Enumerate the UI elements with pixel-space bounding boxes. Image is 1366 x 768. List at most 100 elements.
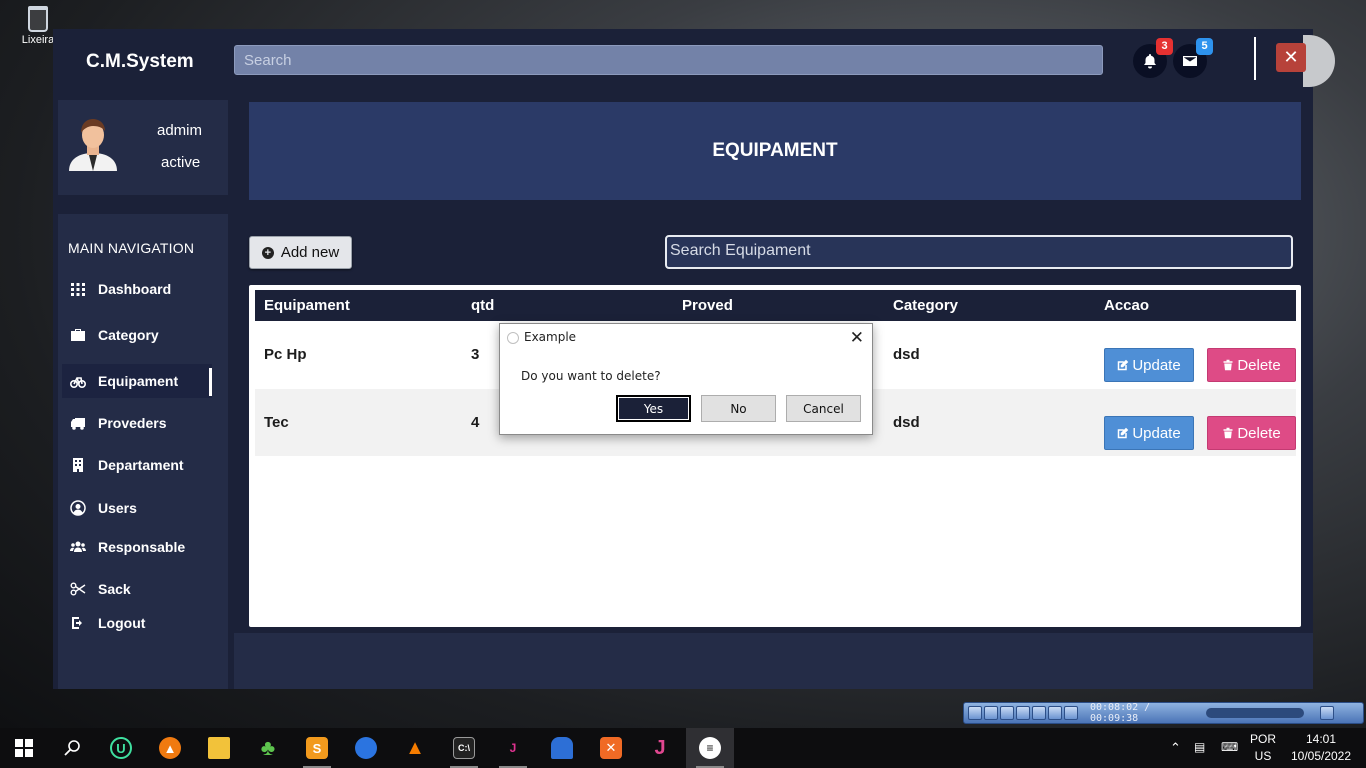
taskbar-app-java[interactable]: J <box>489 728 537 768</box>
recycle-bin-label: Lixeira <box>21 34 55 46</box>
delete-button[interactable]: Delete <box>1207 416 1296 450</box>
firefox-icon <box>355 737 377 759</box>
nav-item-category[interactable]: Category <box>62 318 212 352</box>
rewind-icon[interactable] <box>1016 706 1030 720</box>
taskbar-search-button[interactable] <box>48 728 96 768</box>
media-player-toolbar: 00:08:02 / 00:09:38 <box>963 702 1364 724</box>
cancel-button[interactable]: Cancel <box>786 395 861 422</box>
nav-item-equipament[interactable]: Equipament <box>62 364 212 398</box>
media-seek-bar[interactable] <box>1206 708 1304 718</box>
nav-item-users[interactable]: Users <box>62 491 212 525</box>
taskbar-app-firefox[interactable] <box>342 728 390 768</box>
j-logo-icon: J <box>654 736 666 759</box>
global-search-input[interactable]: Search <box>234 45 1103 75</box>
footer-bar <box>234 633 1313 689</box>
stop-icon[interactable] <box>1000 706 1014 720</box>
start-button[interactable] <box>0 728 48 768</box>
column-header-proved: Proved <box>682 297 733 314</box>
nav-item-dashboard[interactable]: Dashboard <box>62 272 212 306</box>
cell-qtd: 4 <box>471 414 480 431</box>
dialog-close-icon[interactable]: ✕ <box>850 328 864 348</box>
user-name: admim <box>157 122 203 139</box>
profile-picture-partial <box>1303 35 1335 87</box>
equalizer-icon[interactable] <box>1064 706 1078 720</box>
terminal-icon: C:\ <box>453 737 475 759</box>
nav-label: Responsable <box>98 539 186 555</box>
nav-item-logout[interactable]: Logout <box>62 606 212 640</box>
folder-icon <box>208 737 230 759</box>
add-new-button[interactable]: + Add new <box>249 236 352 269</box>
plus-circle-icon: + <box>261 246 274 259</box>
nav-label: Category <box>98 327 159 343</box>
chevron-up-icon[interactable]: ⌃ <box>1170 740 1181 756</box>
nav-label: Proveders <box>98 415 167 431</box>
close-app-button[interactable]: ✕ <box>1276 43 1306 72</box>
search-equipament-input[interactable]: Search Equipament <box>665 235 1293 269</box>
nav-item-sack[interactable]: Sack <box>62 572 212 606</box>
envelope-icon <box>1183 56 1197 66</box>
cell-category: dsd <box>893 346 920 363</box>
taskbar-app-jetbrains[interactable]: J <box>636 728 684 768</box>
scissors-icon <box>70 582 86 596</box>
play-icon[interactable] <box>968 706 982 720</box>
taskbar: U ▲ ♣ S ▲ C:\ J ✕ J ≡ ⌃ ▤ ⌨ POR US 14:01… <box>0 728 1366 768</box>
taskbar-app-xampp[interactable]: ✕ <box>587 728 635 768</box>
taskbar-app-terminal[interactable]: C:\ <box>440 728 488 768</box>
dialog-title: Example <box>524 330 577 344</box>
nav-item-proveders[interactable]: Proveders <box>62 406 212 440</box>
sublime-icon: S <box>306 737 328 759</box>
input-layout[interactable]: US <box>1248 749 1278 763</box>
nav-label: Logout <box>98 615 146 631</box>
nav-label: Dashboard <box>98 281 172 297</box>
yes-button[interactable]: Yes <box>616 395 691 422</box>
media-time: 00:08:02 / 00:09:38 <box>1090 702 1151 724</box>
taskbar-app-scanner[interactable] <box>538 728 586 768</box>
repeat-icon[interactable] <box>1048 706 1062 720</box>
column-header-category: Category <box>893 297 959 314</box>
bell-icon <box>1144 54 1156 69</box>
taskbar-app-vlc[interactable]: ▲ <box>391 728 439 768</box>
users-icon <box>70 541 86 552</box>
taskbar-app-avast[interactable]: ▲ <box>146 728 194 768</box>
input-language[interactable]: POR <box>1248 732 1278 746</box>
nav-label: Equipament <box>98 373 179 389</box>
app-icon <box>507 332 519 344</box>
update-button[interactable]: Update <box>1104 348 1194 382</box>
dialog-message: Do you want to delete? <box>521 369 661 383</box>
forward-icon[interactable] <box>1032 706 1046 720</box>
app-logo-icon: ≡ <box>699 737 721 759</box>
messages-button[interactable]: 5 <box>1173 38 1213 78</box>
taskbar-app-clover[interactable]: ♣ <box>244 728 292 768</box>
taskbar-app-sublime[interactable]: S <box>293 728 341 768</box>
taskbar-app-explorer[interactable] <box>195 728 243 768</box>
search-icon <box>64 740 80 756</box>
nav-item-responsable[interactable]: Responsable <box>62 530 212 564</box>
notifications-badge: 3 <box>1156 38 1173 55</box>
u-icon: U <box>110 737 132 759</box>
user-circle-icon <box>70 500 86 516</box>
app-brand: C.M.System <box>86 51 194 72</box>
edit-icon <box>1118 359 1129 371</box>
page-header: EQUIPAMENT <box>249 102 1301 200</box>
briefcase-icon <box>71 329 85 341</box>
clock-time[interactable]: 14:01 <box>1288 732 1354 746</box>
taskbar-app-uplay[interactable]: U <box>97 728 145 768</box>
clock-date[interactable]: 10/05/2022 <box>1288 749 1354 763</box>
keyboard-icon[interactable]: ⌨ <box>1221 740 1238 754</box>
recycle-bin-desktop-icon[interactable]: Lixeira <box>20 6 56 46</box>
taskbar-app-current[interactable]: ≡ <box>686 728 734 768</box>
update-label: Update <box>1132 424 1181 442</box>
no-button[interactable]: No <box>701 395 776 422</box>
nav-item-departament[interactable]: Departament <box>62 448 212 482</box>
notifications-button[interactable]: 3 <box>1133 38 1173 78</box>
pause-icon[interactable] <box>984 706 998 720</box>
delete-button[interactable]: Delete <box>1207 348 1296 382</box>
update-button[interactable]: Update <box>1104 416 1194 450</box>
cell-category: dsd <box>893 414 920 431</box>
cell-qtd: 3 <box>471 346 480 363</box>
user-profile-card: admim active <box>58 100 228 195</box>
eject-icon[interactable] <box>1320 706 1334 720</box>
edit-icon <box>1118 427 1129 439</box>
scanner-icon <box>551 737 573 759</box>
chat-icon[interactable]: ▤ <box>1194 740 1205 754</box>
